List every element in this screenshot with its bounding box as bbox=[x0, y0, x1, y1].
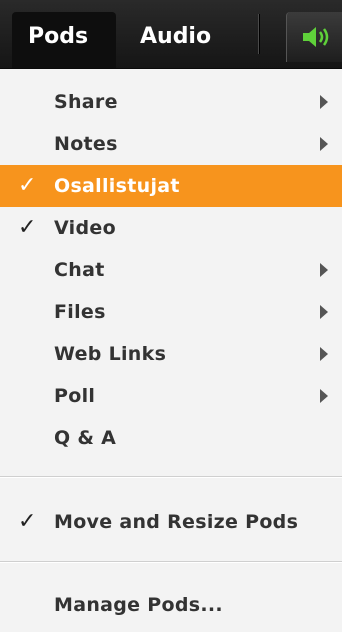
menu-item-poll[interactable]: Poll bbox=[0, 375, 342, 417]
menu-item-chat[interactable]: Chat bbox=[0, 249, 342, 291]
pods-dropdown-menu: Share Notes ✓ Osallistujat ✓ Video Chat … bbox=[0, 69, 342, 632]
menu-item-label: Share bbox=[54, 91, 118, 113]
pods-menu-button[interactable]: Pods bbox=[12, 12, 116, 68]
submenu-arrow-icon bbox=[320, 137, 328, 151]
menubar-divider bbox=[258, 14, 260, 54]
menu-item-share[interactable]: Share bbox=[0, 81, 342, 123]
menu-item-label: Notes bbox=[54, 133, 118, 155]
menu-item-label: Poll bbox=[54, 385, 96, 407]
menu-divider bbox=[0, 476, 342, 478]
submenu-arrow-icon bbox=[320, 95, 328, 109]
speaker-volume-icon bbox=[303, 27, 329, 47]
submenu-arrow-icon bbox=[320, 389, 328, 403]
menu-item-manage-pods[interactable]: Manage Pods... bbox=[0, 584, 342, 626]
menu-item-label: Manage Pods... bbox=[54, 594, 223, 616]
menu-item-label: Web Links bbox=[54, 343, 167, 365]
menu-item-label: Q & A bbox=[54, 427, 117, 449]
menu-item-web-links[interactable]: Web Links bbox=[0, 333, 342, 375]
submenu-arrow-icon bbox=[320, 263, 328, 277]
menu-item-osallistujat[interactable]: ✓ Osallistujat bbox=[0, 165, 342, 207]
menu-item-move-resize-pods[interactable]: ✓ Move and Resize Pods bbox=[0, 501, 342, 543]
menu-item-video[interactable]: ✓ Video bbox=[0, 207, 342, 249]
checkmark-icon: ✓ bbox=[18, 509, 37, 534]
checkmark-icon: ✓ bbox=[18, 173, 37, 198]
audio-menu-button[interactable]: Audio bbox=[128, 12, 223, 62]
menubar: Pods Audio bbox=[0, 0, 342, 69]
menu-divider bbox=[0, 561, 342, 563]
checkmark-icon: ✓ bbox=[18, 215, 37, 240]
app-root: Pods Audio Share Notes ✓ Osallistujat ✓ … bbox=[0, 0, 342, 632]
menu-item-notes[interactable]: Notes bbox=[0, 123, 342, 165]
menu-item-qa[interactable]: Q & A bbox=[0, 417, 342, 459]
menu-item-files[interactable]: Files bbox=[0, 291, 342, 333]
submenu-arrow-icon bbox=[320, 347, 328, 361]
submenu-arrow-icon bbox=[320, 305, 328, 319]
menu-item-label: Files bbox=[54, 301, 106, 323]
menu-item-label: Video bbox=[54, 217, 116, 239]
menu-item-label: Osallistujat bbox=[54, 175, 180, 197]
menu-item-label: Chat bbox=[54, 259, 105, 281]
menu-item-label: Move and Resize Pods bbox=[54, 511, 299, 533]
speaker-button[interactable] bbox=[286, 12, 342, 62]
